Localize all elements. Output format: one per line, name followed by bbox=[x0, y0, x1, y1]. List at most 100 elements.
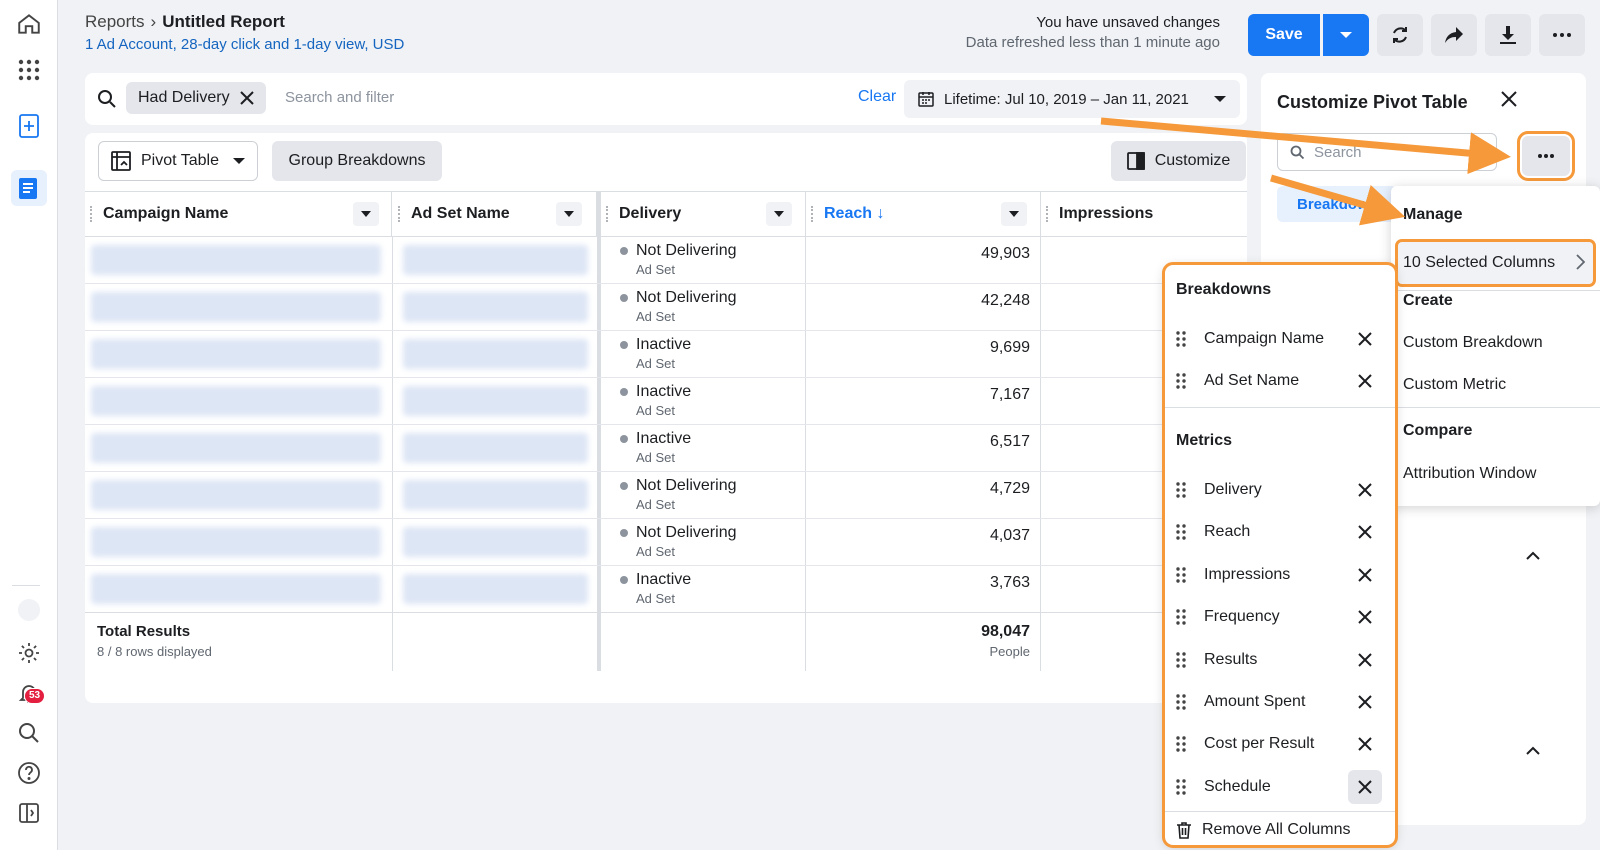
save-button[interactable]: Save bbox=[1248, 14, 1320, 56]
panel-search-input[interactable]: Search bbox=[1277, 133, 1497, 171]
close-icon[interactable] bbox=[239, 91, 254, 105]
view-type-dropdown[interactable]: Pivot Table bbox=[98, 141, 258, 181]
table-row[interactable]: Inactive Ad Set 7,167 bbox=[85, 378, 1247, 425]
columns-header-breakdowns: Breakdowns bbox=[1176, 281, 1272, 298]
drag-handle-icon[interactable] bbox=[1176, 694, 1188, 710]
remove-column-icon[interactable] bbox=[1348, 515, 1382, 549]
download-button[interactable] bbox=[1485, 14, 1531, 56]
drag-handle-icon bbox=[811, 206, 814, 222]
total-reach: 98,047 People bbox=[890, 623, 1030, 659]
apps-grid-icon[interactable] bbox=[11, 52, 47, 88]
column-menu-button[interactable] bbox=[556, 202, 582, 226]
refresh-button[interactable] bbox=[1377, 14, 1423, 56]
remove-column-icon[interactable] bbox=[1348, 643, 1382, 677]
table-row[interactable]: Inactive Ad Set 6,517 bbox=[85, 425, 1247, 472]
drag-handle-icon[interactable] bbox=[1176, 736, 1188, 752]
drag-handle-icon[interactable] bbox=[1176, 652, 1188, 668]
reports-icon[interactable] bbox=[11, 170, 47, 206]
column-item-campaign-name[interactable]: Campaign Name bbox=[1176, 318, 1386, 360]
remove-column-icon[interactable] bbox=[1348, 770, 1382, 804]
menu-item-attribution-window[interactable]: Attribution Window bbox=[1403, 465, 1536, 483]
save-options-button[interactable] bbox=[1323, 14, 1369, 56]
remove-column-icon[interactable] bbox=[1348, 600, 1382, 634]
help-icon[interactable] bbox=[11, 755, 47, 791]
column-menu-button[interactable] bbox=[766, 202, 792, 226]
settings-gear-icon[interactable] bbox=[11, 635, 47, 671]
column-item-ad-set-name[interactable]: Ad Set Name bbox=[1176, 360, 1386, 402]
group-breakdowns-button[interactable]: Group Breakdowns bbox=[272, 141, 442, 181]
share-button[interactable] bbox=[1431, 14, 1477, 56]
menu-item-selected-columns[interactable]: 10 Selected Columns bbox=[1395, 239, 1596, 287]
delivery-status: Inactive bbox=[636, 571, 692, 588]
remove-column-icon[interactable] bbox=[1348, 685, 1382, 719]
column-header-campaign-name[interactable]: Campaign Name bbox=[85, 192, 392, 236]
chevron-up-icon[interactable] bbox=[1526, 551, 1540, 560]
column-item-amount-spent[interactable]: Amount Spent bbox=[1176, 681, 1386, 723]
table-row[interactable]: Inactive Ad Set 3,763 bbox=[85, 566, 1247, 613]
drag-handle-icon[interactable] bbox=[1176, 482, 1188, 498]
delivery-status: Inactive bbox=[636, 430, 692, 447]
table-row[interactable]: Not Delivering Ad Set 4,037 bbox=[85, 519, 1247, 566]
nav-divider bbox=[12, 585, 40, 586]
more-options-button[interactable] bbox=[1539, 14, 1585, 56]
column-item-reach[interactable]: Reach bbox=[1176, 511, 1386, 553]
panel-more-button[interactable] bbox=[1517, 131, 1575, 181]
status-dot bbox=[620, 341, 628, 349]
redacted-ad-set-name bbox=[403, 339, 588, 369]
column-menu-button[interactable] bbox=[353, 202, 379, 226]
left-nav: 53 bbox=[0, 0, 58, 850]
toggle-sidebar-icon[interactable] bbox=[11, 795, 47, 831]
remove-column-icon[interactable] bbox=[1348, 727, 1382, 761]
table-row[interactable]: Not Delivering Ad Set 42,248 bbox=[85, 284, 1247, 331]
column-item-impressions[interactable]: Impressions bbox=[1176, 554, 1386, 596]
column-item-results[interactable]: Results bbox=[1176, 639, 1386, 681]
account-placeholder-icon[interactable] bbox=[11, 592, 47, 628]
drag-handle-icon bbox=[398, 206, 401, 222]
menu-item-custom-metric[interactable]: Custom Metric bbox=[1403, 376, 1506, 394]
tab-breakdowns[interactable]: Breakdowns bbox=[1277, 186, 1397, 222]
remove-column-icon[interactable] bbox=[1348, 473, 1382, 507]
column-header-reach[interactable]: Reach ↓ bbox=[806, 192, 1041, 236]
drag-handle-icon[interactable] bbox=[1176, 373, 1188, 389]
chevron-up-icon[interactable] bbox=[1526, 746, 1540, 755]
remove-column-icon[interactable] bbox=[1348, 558, 1382, 592]
reach-value: 7,167 bbox=[989, 386, 1030, 403]
remove-column-icon[interactable] bbox=[1348, 322, 1382, 356]
drag-handle-icon[interactable] bbox=[1176, 524, 1188, 540]
drag-handle-icon[interactable] bbox=[1176, 567, 1188, 583]
remove-all-columns-button[interactable]: Remove All Columns bbox=[1176, 821, 1351, 839]
breadcrumb-reports[interactable]: Reports bbox=[85, 12, 145, 32]
table-row[interactable]: Inactive Ad Set 9,699 bbox=[85, 331, 1247, 378]
column-item-delivery[interactable]: Delivery bbox=[1176, 469, 1386, 511]
menu-divider bbox=[1391, 407, 1600, 408]
close-icon[interactable] bbox=[1501, 91, 1517, 107]
create-report-icon[interactable] bbox=[11, 108, 47, 144]
reach-value: 4,729 bbox=[989, 480, 1030, 497]
column-item-schedule[interactable]: Schedule bbox=[1176, 766, 1386, 808]
clear-filters-link[interactable]: Clear bbox=[858, 88, 896, 106]
column-item-frequency[interactable]: Frequency bbox=[1176, 596, 1386, 638]
drag-handle-icon[interactable] bbox=[1176, 779, 1188, 795]
report-settings-link[interactable]: 1 Ad Account, 28-day click and 1-day vie… bbox=[85, 36, 404, 53]
table-row[interactable]: Not Delivering Ad Set 49,903 bbox=[85, 237, 1247, 284]
refresh-icon bbox=[1393, 27, 1407, 43]
column-header-delivery[interactable]: Delivery bbox=[601, 192, 806, 236]
remove-column-icon[interactable] bbox=[1348, 364, 1382, 398]
menu-item-custom-breakdown[interactable]: Custom Breakdown bbox=[1403, 334, 1543, 352]
customize-button[interactable]: Customize bbox=[1111, 141, 1246, 181]
filter-chip-had-delivery[interactable]: Had Delivery bbox=[126, 82, 266, 114]
search-icon[interactable] bbox=[11, 715, 47, 751]
redacted-campaign-name bbox=[91, 339, 381, 369]
home-icon[interactable] bbox=[11, 6, 47, 42]
report-title[interactable]: Untitled Report bbox=[162, 12, 285, 32]
date-range-picker[interactable]: Lifetime: Jul 10, 2019 – Jan 11, 2021 bbox=[904, 80, 1240, 118]
share-arrow-icon bbox=[1445, 27, 1463, 43]
drag-handle-icon[interactable] bbox=[1176, 609, 1188, 625]
column-item-cost-per-result[interactable]: Cost per Result bbox=[1176, 723, 1386, 765]
search-filter-input[interactable]: Search and filter bbox=[285, 89, 394, 106]
column-header-ad-set-name[interactable]: Ad Set Name bbox=[393, 192, 597, 236]
column-menu-button[interactable] bbox=[1001, 202, 1027, 226]
table-row[interactable]: Not Delivering Ad Set 4,729 bbox=[85, 472, 1247, 519]
drag-handle-icon[interactable] bbox=[1176, 331, 1188, 347]
column-header-impressions[interactable]: Impressions bbox=[1041, 192, 1247, 236]
